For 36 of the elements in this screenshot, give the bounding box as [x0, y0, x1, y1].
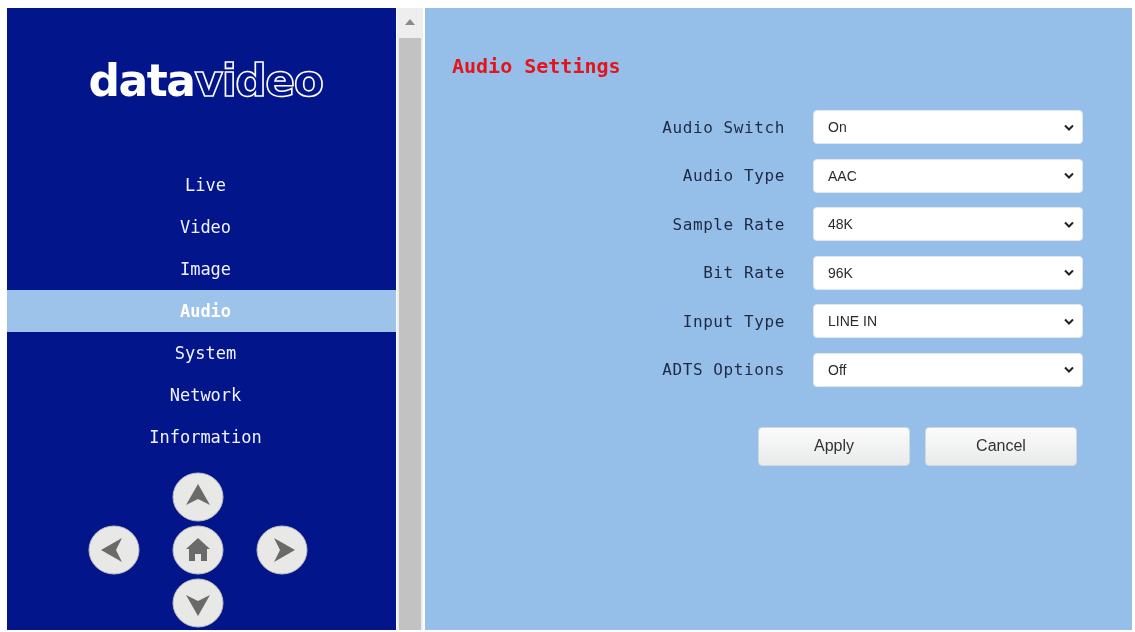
select-dropdown[interactable]: 48K — [813, 207, 1083, 241]
field-label: Input Type — [682, 311, 785, 331]
nav-item[interactable]: Video — [7, 206, 396, 248]
nav-item[interactable]: Information — [7, 416, 396, 458]
select-dropdown[interactable]: 96K — [813, 255, 1083, 290]
select-dropdown[interactable]: LINE IN — [813, 304, 1083, 338]
nav-item[interactable]: Network — [7, 374, 396, 416]
chevron-down-icon — [1064, 269, 1074, 276]
field-label: Audio Switch — [662, 117, 785, 137]
scroll-up-arrow-icon[interactable] — [404, 18, 416, 26]
chevron-down-icon — [1064, 317, 1074, 325]
scrollbar-thumb[interactable] — [399, 38, 421, 630]
apply-button[interactable]: Apply — [758, 426, 910, 466]
arrow-down-icon[interactable] — [171, 578, 224, 628]
nav-item[interactable]: Image — [7, 248, 396, 290]
arrow-left-icon[interactable] — [87, 525, 140, 575]
scrollbar[interactable] — [397, 8, 423, 630]
nav-item[interactable]: System — [7, 332, 396, 374]
chevron-down-icon — [1064, 123, 1074, 131]
arrow-right-icon[interactable] — [255, 525, 308, 575]
chevron-down-icon — [1064, 220, 1074, 228]
chevron-down-icon — [1064, 366, 1074, 373]
field-label: Audio Type — [682, 166, 785, 185]
home-icon[interactable] — [171, 525, 224, 575]
page-title: Audio Settings — [452, 53, 622, 79]
field-label: Sample Rate — [672, 214, 785, 234]
field-label: Bit Rate — [703, 263, 785, 282]
select-dropdown[interactable]: AAC — [813, 158, 1083, 193]
arrow-up-icon[interactable] — [171, 472, 224, 522]
nav-item[interactable]: Live — [7, 164, 396, 206]
chevron-down-icon — [1064, 172, 1074, 179]
field-label: ADTS Options — [662, 360, 785, 379]
cancel-button[interactable]: Cancel — [925, 426, 1077, 466]
select-dropdown[interactable]: On — [813, 110, 1083, 144]
select-dropdown[interactable]: Off — [813, 352, 1083, 387]
logo: datavideo — [88, 54, 323, 108]
